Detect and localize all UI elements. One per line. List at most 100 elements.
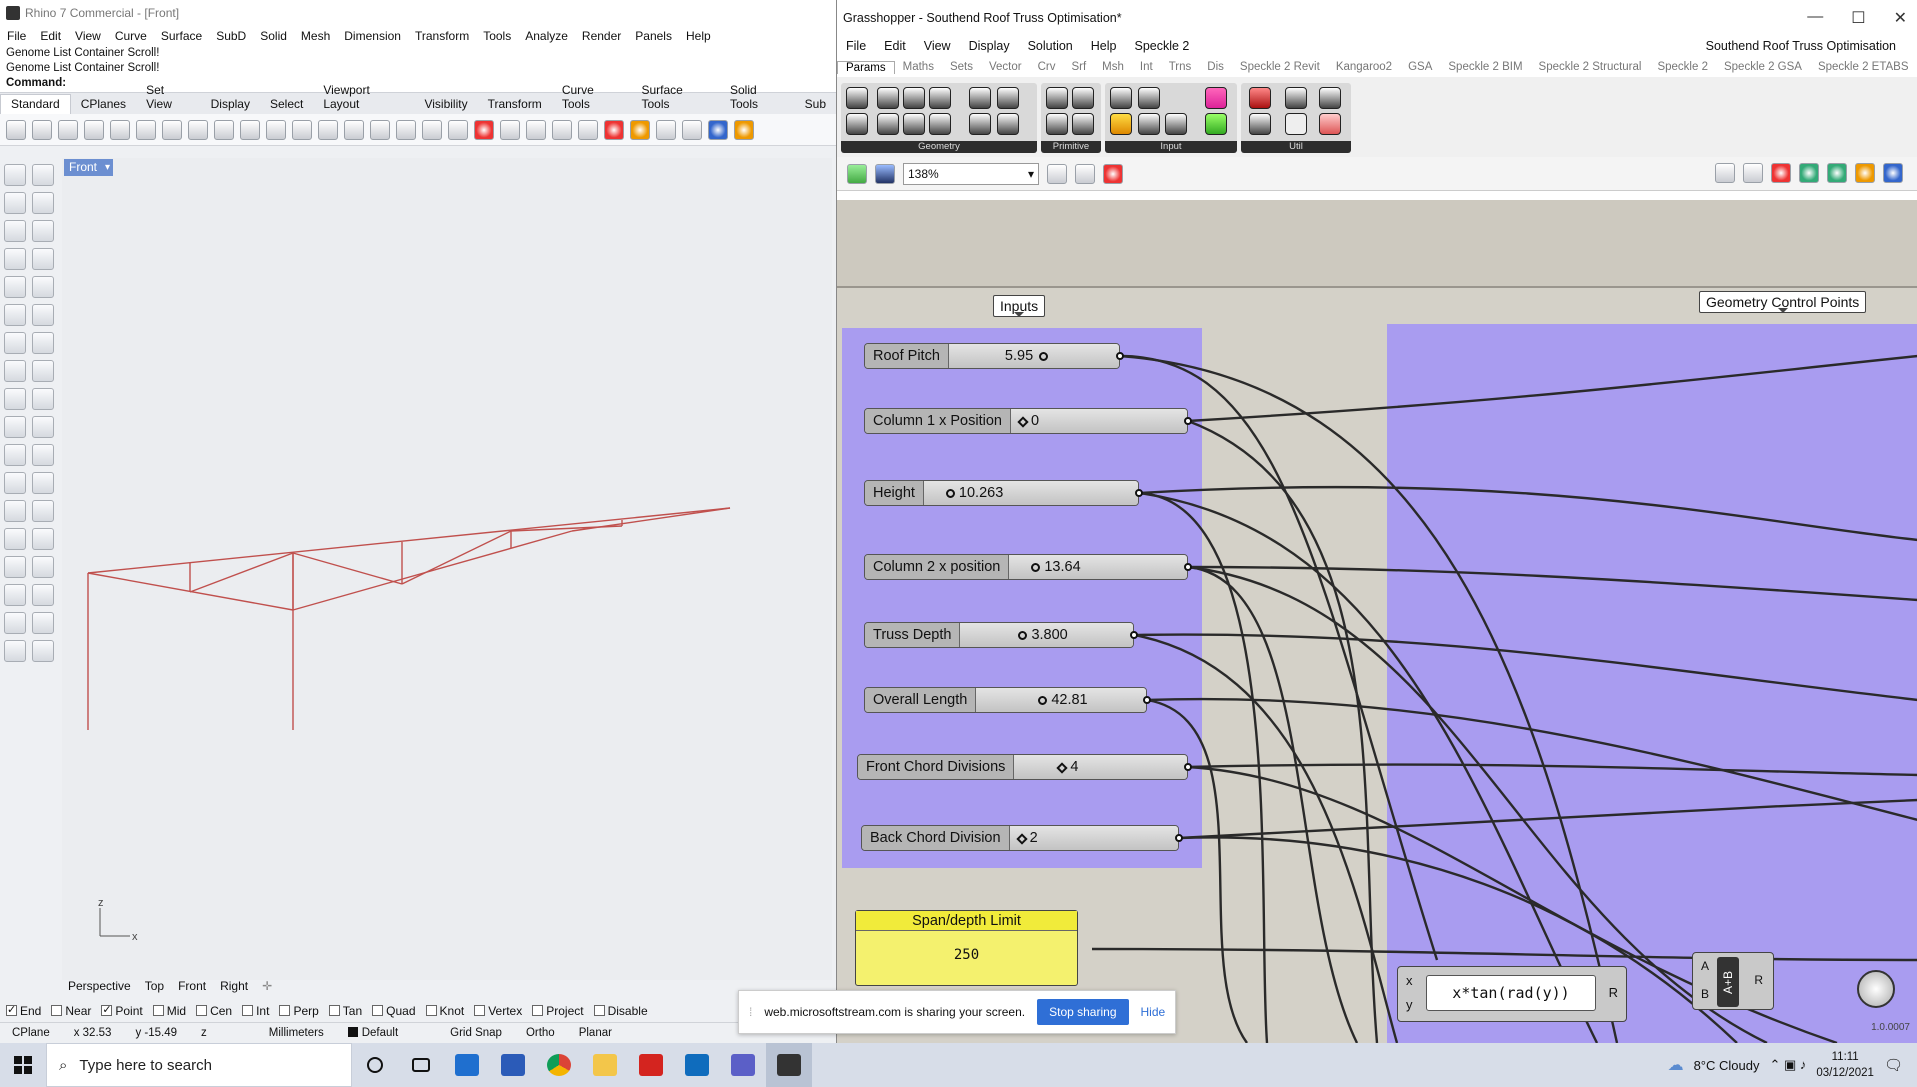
osnap-disable[interactable]: Disable <box>593 1004 648 1018</box>
gh-tab-kangaroo2[interactable]: Kangaroo2 <box>1328 61 1400 73</box>
zoom-selected-icon[interactable] <box>370 119 390 140</box>
addition-component[interactable]: A B A+B R <box>1692 952 1774 1010</box>
gh-menu-edit[interactable]: Edit <box>875 39 915 53</box>
osnap-project[interactable]: Project <box>532 1004 584 1018</box>
output-grip[interactable] <box>1184 417 1192 425</box>
roof-pitch-slider[interactable]: Roof Pitch 5.95 <box>864 343 1120 369</box>
preview-material-icon[interactable] <box>1855 163 1875 183</box>
preview-shaded-icon[interactable] <box>1771 163 1791 183</box>
surface-icon[interactable] <box>4 304 26 326</box>
box-icon[interactable] <box>4 332 26 354</box>
weather-text[interactable]: 8°C Cloudy <box>1694 1058 1760 1073</box>
rectangle-icon[interactable] <box>32 248 54 270</box>
rhino-menu-mesh[interactable]: Mesh <box>294 29 337 43</box>
polyline-icon[interactable] <box>4 192 26 214</box>
gh-canvas[interactable]: Inputs Geometry Control Points Roof Pitc… <box>837 200 1917 1043</box>
output-grip[interactable] <box>1184 563 1192 571</box>
osnap-vertex[interactable]: Vertex <box>474 1004 522 1018</box>
front-viewport[interactable]: Front ▾ z x <box>62 158 832 980</box>
gh-tab-srf[interactable]: Srf <box>1063 61 1094 73</box>
tab-transform[interactable]: Transform <box>478 95 552 114</box>
expression-output-r[interactable]: R <box>1609 985 1618 1000</box>
copy-icon[interactable] <box>162 119 182 140</box>
rhino-app-icon[interactable] <box>766 1043 812 1087</box>
status-planar[interactable]: Planar <box>567 1027 624 1039</box>
select-icon[interactable] <box>448 119 468 140</box>
gh-tab-sets[interactable]: Sets <box>942 61 981 73</box>
cylinder-icon[interactable] <box>4 360 26 382</box>
ellipse-icon[interactable] <box>32 220 54 242</box>
column-1-x-position-slider[interactable]: Column 1 x Position 0 <box>864 408 1188 434</box>
control-knob-icon[interactable] <box>1205 113 1227 135</box>
zoom-extents-icon[interactable] <box>344 119 364 140</box>
tab-select[interactable]: Select <box>260 95 313 114</box>
curve-icon[interactable] <box>32 192 54 214</box>
tab-cplanes[interactable]: CPlanes <box>71 95 136 114</box>
array-icon[interactable] <box>4 528 26 550</box>
curve-param-icon[interactable] <box>877 113 899 135</box>
add-viewport-icon[interactable]: ✛ <box>262 979 272 993</box>
box-param-icon[interactable] <box>929 87 951 109</box>
chrome-icon[interactable] <box>536 1043 582 1087</box>
four-viewports-icon[interactable] <box>422 119 442 140</box>
acrobat-icon[interactable] <box>628 1043 674 1087</box>
preview-wireframe-icon[interactable] <box>1743 163 1763 183</box>
preview-settings-icon[interactable] <box>1883 163 1903 183</box>
front-chord-divisions-slider[interactable]: Front Chord Divisions 4 <box>857 754 1188 780</box>
minimize-icon[interactable]: — <box>1807 8 1823 28</box>
rebuild-icon[interactable] <box>32 584 54 606</box>
gh-tab-speckle-gsa[interactable]: Speckle 2 GSA <box>1716 61 1810 73</box>
circle-icon[interactable] <box>4 220 26 242</box>
vp-tab-top[interactable]: Top <box>145 979 164 993</box>
tab-visibility[interactable]: Visibility <box>414 95 477 114</box>
explode-icon[interactable] <box>32 388 54 410</box>
number-param-icon[interactable] <box>1046 87 1068 109</box>
gh-tab-gsa[interactable]: GSA <box>1400 61 1440 73</box>
teams-icon[interactable] <box>720 1043 766 1087</box>
gh-tab-vector[interactable]: Vector <box>981 61 1030 73</box>
color-wheel-icon[interactable] <box>630 119 650 140</box>
fillet-icon[interactable] <box>32 276 54 298</box>
mirror-icon[interactable] <box>32 528 54 550</box>
text-icon[interactable] <box>4 500 26 522</box>
osnap-int[interactable]: Int <box>242 1004 269 1018</box>
render-icon[interactable] <box>708 119 728 140</box>
gh-tab-speckle-bim[interactable]: Speckle 2 BIM <box>1440 61 1530 73</box>
status-layer[interactable]: Default <box>336 1026 410 1039</box>
brep-param-icon[interactable] <box>969 87 991 109</box>
clock[interactable]: 11:11 03/12/2021 <box>1816 1049 1874 1081</box>
dimension-icon[interactable] <box>32 500 54 522</box>
point-param-icon[interactable] <box>903 113 925 135</box>
tab-solid-tools[interactable]: Solid Tools <box>720 81 795 114</box>
polygon-icon[interactable] <box>4 248 26 270</box>
preview-selected-icon[interactable] <box>1799 163 1819 183</box>
check-icon[interactable] <box>32 612 54 634</box>
gh-tab-params[interactable]: Params <box>837 60 895 74</box>
output-grip[interactable] <box>1135 489 1143 497</box>
rhino-menu-edit[interactable]: Edit <box>33 29 68 43</box>
import-icon[interactable] <box>110 119 130 140</box>
file-explorer-icon[interactable] <box>582 1043 628 1087</box>
surface-param-icon[interactable] <box>969 113 991 135</box>
gh-tab-msh[interactable]: Msh <box>1094 61 1132 73</box>
tab-set-view[interactable]: Set View <box>136 81 201 114</box>
rotate-view-icon[interactable] <box>266 119 286 140</box>
osnap-mid[interactable]: Mid <box>152 1004 186 1018</box>
rhino-menu-help[interactable]: Help <box>679 29 718 43</box>
text-param-icon[interactable] <box>1072 113 1094 135</box>
slider-track[interactable]: 13.64 <box>1009 555 1187 579</box>
zoom-icon[interactable] <box>292 119 312 140</box>
expression-component[interactable]: x y x*tan(rad(y)) R <box>1397 966 1627 1022</box>
osnap-cen[interactable]: Cen <box>196 1004 232 1018</box>
rhino-menu-view[interactable]: View <box>68 29 108 43</box>
gh-menu-solution[interactable]: Solution <box>1019 39 1082 53</box>
render-preview-icon[interactable] <box>4 640 26 662</box>
arrow-icon[interactable] <box>1285 87 1307 109</box>
output-grip[interactable] <box>1143 696 1151 704</box>
tab-display[interactable]: Display <box>201 95 260 114</box>
integer-param-icon[interactable] <box>1072 87 1094 109</box>
gh-tab-int[interactable]: Int <box>1132 61 1161 73</box>
group-icon[interactable] <box>32 444 54 466</box>
point-icon[interactable] <box>32 164 54 186</box>
gh-tab-speckle-2[interactable]: Speckle 2 <box>1649 61 1716 73</box>
